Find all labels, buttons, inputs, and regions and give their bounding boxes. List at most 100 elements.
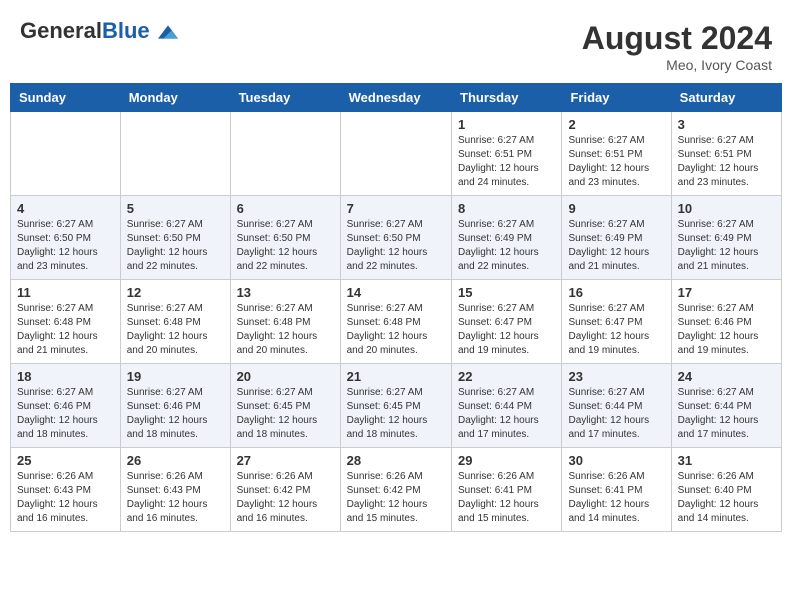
calendar-cell: 26Sunrise: 6:26 AMSunset: 6:43 PMDayligh…: [120, 448, 230, 532]
day-info: Sunrise: 6:26 AMSunset: 6:43 PMDaylight:…: [17, 470, 114, 526]
day-number: 15: [458, 285, 555, 300]
calendar-cell: 14Sunrise: 6:27 AMSunset: 6:48 PMDayligh…: [340, 280, 451, 364]
logo-general: General: [20, 18, 102, 43]
day-number: 6: [237, 201, 334, 216]
day-number: 27: [237, 453, 334, 468]
day-number: 11: [17, 285, 114, 300]
day-number: 7: [347, 201, 445, 216]
day-number: 13: [237, 285, 334, 300]
calendar-header-monday: Monday: [120, 84, 230, 112]
calendar-week-row: 11 Sunrise: 6:27 AMSunset: 6:48 PMDayligh…: [11, 280, 782, 364]
calendar-cell: 28 Sunrise: 6:26 AMSunset: 6:42 PMDayligh…: [340, 448, 451, 532]
day-info: Sunrise: 6:27 AMSunset: 6:45 PMDaylight:…: [347, 386, 445, 442]
calendar-table: SundayMondayTuesdayWednesdayThursdayFrid…: [10, 83, 782, 532]
calendar-cell: [11, 112, 121, 196]
calendar-cell: 23 Sunrise: 6:27 AMSunset: 6:44 PMDayligh…: [562, 364, 671, 448]
calendar-cell: 24 Sunrise: 6:27 AMSunset: 6:44 PMDayligh…: [671, 364, 781, 448]
calendar-cell: 21 Sunrise: 6:27 AMSunset: 6:45 PMDayligh…: [340, 364, 451, 448]
calendar-cell: 27Sunrise: 6:26 AMSunset: 6:42 PMDayligh…: [230, 448, 340, 532]
calendar-cell: 6 Sunrise: 6:27 AMSunset: 6:50 PMDaylight…: [230, 196, 340, 280]
day-info: Sunrise: 6:27 AMSunset: 6:48 PMDaylight:…: [127, 302, 224, 358]
day-info: Sunrise: 6:27 AMSunset: 6:48 PMDaylight:…: [237, 302, 334, 358]
logo-text: GeneralBlue: [20, 20, 178, 42]
calendar-header-saturday: Saturday: [671, 84, 781, 112]
day-info: Sunrise: 6:26 AMSunset: 6:42 PMDaylight:…: [347, 470, 445, 526]
calendar-cell: 3Sunrise: 6:27 AMSunset: 6:51 PMDaylight…: [671, 112, 781, 196]
calendar-header-thursday: Thursday: [452, 84, 562, 112]
logo-blue: Blue: [102, 18, 150, 43]
calendar-cell: 20Sunrise: 6:27 AMSunset: 6:45 PMDayligh…: [230, 364, 340, 448]
calendar-cell: 4 Sunrise: 6:27 AMSunset: 6:50 PMDaylight…: [11, 196, 121, 280]
title-block: August 2024 Meo, Ivory Coast: [582, 20, 772, 73]
calendar-cell: 18Sunrise: 6:27 AMSunset: 6:46 PMDayligh…: [11, 364, 121, 448]
day-info: Sunrise: 6:27 AMSunset: 6:49 PMDaylight:…: [678, 218, 775, 274]
day-info: Sunrise: 6:27 AMSunset: 6:50 PMDaylight:…: [17, 218, 114, 274]
day-number: 21: [347, 369, 445, 384]
day-number: 29: [458, 453, 555, 468]
day-number: 5: [127, 201, 224, 216]
day-number: 17: [678, 285, 775, 300]
day-number: 25: [17, 453, 114, 468]
calendar-header-tuesday: Tuesday: [230, 84, 340, 112]
month-year: August 2024: [582, 20, 772, 57]
calendar-week-row: 25 Sunrise: 6:26 AMSunset: 6:43 PMDayligh…: [11, 448, 782, 532]
logo: GeneralBlue: [20, 20, 178, 42]
day-info: Sunrise: 6:27 AMSunset: 6:50 PMDaylight:…: [347, 218, 445, 274]
day-number: 23: [568, 369, 664, 384]
day-number: 24: [678, 369, 775, 384]
calendar-cell: 10 Sunrise: 6:27 AMSunset: 6:49 PMDayligh…: [671, 196, 781, 280]
day-info: Sunrise: 6:26 AMSunset: 6:40 PMDaylight:…: [678, 470, 775, 526]
calendar-header-sunday: Sunday: [11, 84, 121, 112]
calendar-cell: 13 Sunrise: 6:27 AMSunset: 6:48 PMDayligh…: [230, 280, 340, 364]
calendar-week-row: 1Sunrise: 6:27 AMSunset: 6:51 PMDaylight…: [11, 112, 782, 196]
day-info: Sunrise: 6:27 AMSunset: 6:50 PMDaylight:…: [127, 218, 224, 274]
day-info: Sunrise: 6:27 AMSunset: 6:51 PMDaylight:…: [458, 134, 555, 190]
day-info: Sunrise: 6:27 AMSunset: 6:44 PMDaylight:…: [568, 386, 664, 442]
calendar-cell: 5 Sunrise: 6:27 AMSunset: 6:50 PMDaylight…: [120, 196, 230, 280]
calendar-header-friday: Friday: [562, 84, 671, 112]
day-number: 2: [568, 117, 664, 132]
calendar-cell: 12 Sunrise: 6:27 AMSunset: 6:48 PMDayligh…: [120, 280, 230, 364]
calendar-cell: 16 Sunrise: 6:27 AMSunset: 6:47 PMDayligh…: [562, 280, 671, 364]
day-info: Sunrise: 6:27 AMSunset: 6:51 PMDaylight:…: [678, 134, 775, 190]
day-number: 18: [17, 369, 114, 384]
day-number: 9: [568, 201, 664, 216]
calendar-cell: 7 Sunrise: 6:27 AMSunset: 6:50 PMDaylight…: [340, 196, 451, 280]
day-number: 12: [127, 285, 224, 300]
day-info: Sunrise: 6:27 AMSunset: 6:47 PMDaylight:…: [568, 302, 664, 358]
day-info: Sunrise: 6:27 AMSunset: 6:49 PMDaylight:…: [458, 218, 555, 274]
calendar-cell: 17 Sunrise: 6:27 AMSunset: 6:46 PMDayligh…: [671, 280, 781, 364]
calendar-header-wednesday: Wednesday: [340, 84, 451, 112]
day-number: 10: [678, 201, 775, 216]
location: Meo, Ivory Coast: [582, 57, 772, 73]
calendar-header-row: SundayMondayTuesdayWednesdayThursdayFrid…: [11, 84, 782, 112]
day-number: 19: [127, 369, 224, 384]
page-header: GeneralBlue August 2024 Meo, Ivory Coast: [10, 10, 782, 78]
day-number: 16: [568, 285, 664, 300]
calendar-cell: 9Sunrise: 6:27 AMSunset: 6:49 PMDaylight…: [562, 196, 671, 280]
day-number: 22: [458, 369, 555, 384]
calendar-cell: [230, 112, 340, 196]
day-info: Sunrise: 6:27 AMSunset: 6:50 PMDaylight:…: [237, 218, 334, 274]
calendar-cell: 30Sunrise: 6:26 AMSunset: 6:41 PMDayligh…: [562, 448, 671, 532]
day-number: 26: [127, 453, 224, 468]
day-info: Sunrise: 6:26 AMSunset: 6:41 PMDaylight:…: [568, 470, 664, 526]
day-info: Sunrise: 6:27 AMSunset: 6:48 PMDaylight:…: [347, 302, 445, 358]
day-info: Sunrise: 6:27 AMSunset: 6:46 PMDaylight:…: [678, 302, 775, 358]
calendar-cell: 25 Sunrise: 6:26 AMSunset: 6:43 PMDayligh…: [11, 448, 121, 532]
calendar-cell: [120, 112, 230, 196]
calendar-cell: 15 Sunrise: 6:27 AMSunset: 6:47 PMDayligh…: [452, 280, 562, 364]
day-number: 20: [237, 369, 334, 384]
calendar-cell: 19 Sunrise: 6:27 AMSunset: 6:46 PMDayligh…: [120, 364, 230, 448]
day-info: Sunrise: 6:27 AMSunset: 6:47 PMDaylight:…: [458, 302, 555, 358]
day-number: 31: [678, 453, 775, 468]
day-info: Sunrise: 6:27 AMSunset: 6:44 PMDaylight:…: [678, 386, 775, 442]
day-number: 28: [347, 453, 445, 468]
day-info: Sunrise: 6:27 AMSunset: 6:46 PMDaylight:…: [127, 386, 224, 442]
day-info: Sunrise: 6:27 AMSunset: 6:44 PMDaylight:…: [458, 386, 555, 442]
calendar-cell: [340, 112, 451, 196]
calendar-cell: 2Sunrise: 6:27 AMSunset: 6:51 PMDaylight…: [562, 112, 671, 196]
day-number: 4: [17, 201, 114, 216]
calendar-cell: 22 Sunrise: 6:27 AMSunset: 6:44 PMDayligh…: [452, 364, 562, 448]
calendar-cell: 29Sunrise: 6:26 AMSunset: 6:41 PMDayligh…: [452, 448, 562, 532]
